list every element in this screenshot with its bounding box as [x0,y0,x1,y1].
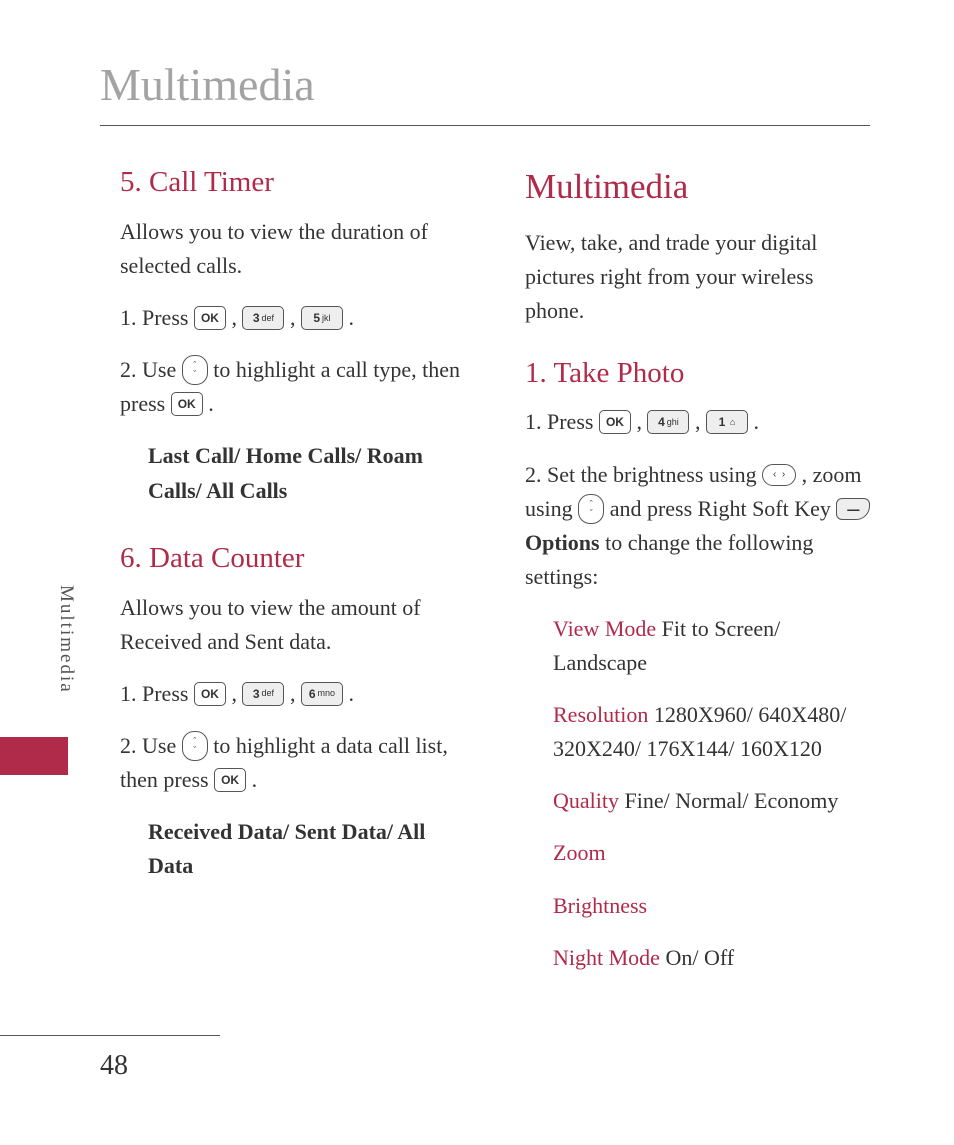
data-counter-options: Received Data/ Sent Data/ All Data [148,815,470,883]
text: , [231,305,242,330]
text: . [252,767,258,792]
nav-updown-icon: ˆˇ [182,731,208,761]
value: On/ Off [660,945,734,970]
footer-rule [0,1035,220,1036]
key-4-icon: 4ghi [647,410,689,434]
text: , [231,681,242,706]
key-6-icon: 6mno [301,682,343,706]
right-soft-key-icon: – [836,498,870,520]
take-photo-step2: 2. Set the brightness using ‹ › , zoom u… [525,458,875,594]
nav-leftright-icon: ‹ › [762,464,796,486]
options-word: Options [525,530,600,555]
text: . [348,681,354,706]
multimedia-intro: View, take, and trade your digital pictu… [525,226,875,328]
page-title: Multimedia [100,58,315,111]
text: 1. Press [525,409,599,434]
text: . [208,391,214,416]
opt-night-mode: Night Mode On/ Off [553,941,875,975]
value: Fine/ Normal/ Economy [619,788,838,813]
text: . [348,305,354,330]
title-rule [100,125,870,126]
label: Quality [553,788,619,813]
call-timer-step1: 1. Press OK , 3def , 5jkl . [120,301,470,335]
right-column: Multimedia View, take, and trade your di… [525,160,875,993]
heading-call-timer: 5. Call Timer [120,160,470,205]
key-1-icon: 1 ⌂ [706,410,748,434]
ok-key-icon: OK [194,682,226,706]
call-timer-intro: Allows you to view the duration of selec… [120,215,470,283]
heading-take-photo: 1. Take Photo [525,351,875,396]
heading-data-counter: 6. Data Counter [120,536,470,581]
text: . [753,409,759,434]
ok-key-icon: OK [214,768,246,792]
side-tab-marker [0,737,68,775]
text: , [695,409,706,434]
text: , [290,681,301,706]
opt-quality: Quality Fine/ Normal/ Economy [553,784,875,818]
side-tab-label: Multimedia [55,585,77,694]
data-counter-step1: 1. Press OK , 3def , 6mno . [120,677,470,711]
text: and press Right Soft Key [610,496,837,521]
key-5-icon: 5jkl [301,306,343,330]
text: , [636,409,647,434]
text: 2. Set the brightness using [525,462,762,487]
text: , [290,305,301,330]
nav-updown-icon: ˆˇ [182,355,208,385]
nav-updown-icon: ˆˇ [578,494,604,524]
label: View Mode [553,616,656,641]
text: 1. Press [120,681,194,706]
call-timer-options: Last Call/ Home Calls/ Roam Calls/ All C… [148,439,470,507]
left-column: 5. Call Timer Allows you to view the dur… [120,160,470,993]
page-number: 48 [100,1050,128,1082]
heading-multimedia: Multimedia [525,160,875,214]
text: 1. Press [120,305,194,330]
text: 2. Use [120,733,182,758]
opt-resolution: Resolution 1280X960/ 640X480/ 320X240/ 1… [553,698,875,766]
data-counter-intro: Allows you to view the amount of Receive… [120,591,470,659]
data-counter-step2: 2. Use ˆˇ to highlight a data call list,… [120,729,470,797]
text: 2. Use [120,357,182,382]
label: Resolution [553,702,648,727]
take-photo-step1: 1. Press OK , 4ghi , 1 ⌂ . [525,405,875,439]
ok-key-icon: OK [171,392,203,416]
manual-page: Multimedia Multimedia 5. Call Timer Allo… [0,0,954,1145]
ok-key-icon: OK [599,410,631,434]
opt-view-mode: View Mode Fit to Screen/ Landscape [553,612,875,680]
key-3-icon: 3def [242,682,284,706]
call-timer-step2: 2. Use ˆˇ to highlight a call type, then… [120,353,470,421]
key-3-icon: 3def [242,306,284,330]
ok-key-icon: OK [194,306,226,330]
content-columns: 5. Call Timer Allows you to view the dur… [120,160,875,993]
opt-brightness: Brightness [553,889,875,923]
opt-zoom: Zoom [553,836,875,870]
label: Night Mode [553,945,660,970]
